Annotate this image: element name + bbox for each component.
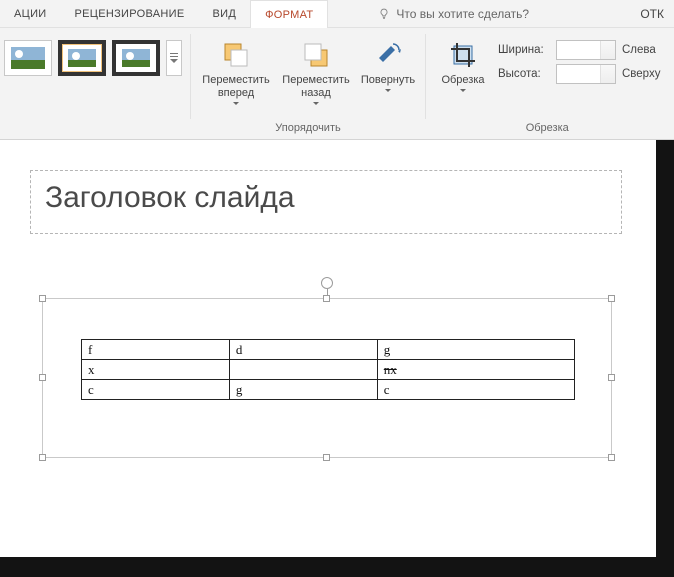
crop-icon [446, 38, 480, 72]
table-cell[interactable]: nx [377, 360, 574, 380]
tab-animations-partial[interactable]: АЦИИ [0, 0, 61, 27]
top-label: Сверху [622, 68, 660, 80]
dropdown-indicator-icon [385, 89, 391, 92]
ribbon: Переместить вперед Переместить назад Пов… [0, 28, 674, 140]
table-row[interactable]: c g c [82, 380, 575, 400]
ribbon-tabs: АЦИИ РЕЦЕНЗИРОВАНИЕ ВИД ФОРМАТ Что вы хо… [0, 0, 674, 28]
group-label-styles [91, 120, 94, 137]
tell-me-search[interactable]: Что вы хотите сделать? [368, 0, 539, 27]
table-cell[interactable]: f [82, 340, 230, 360]
slide-table[interactable]: f d g x nx c g c [81, 339, 575, 400]
rotate-handle[interactable] [321, 277, 333, 289]
resize-handle[interactable] [608, 374, 615, 381]
left-label: Слева [622, 44, 656, 56]
slide-canvas[interactable]: Заголовок слайда f d g x nx [0, 140, 656, 557]
bring-forward-icon [219, 38, 253, 72]
table-row[interactable]: x nx [82, 360, 575, 380]
selected-object-frame[interactable]: f d g x nx c g c [42, 298, 612, 458]
rotate-label: Повернуть [361, 74, 415, 87]
resize-handle[interactable] [323, 295, 330, 302]
group-label-crop: Обрезка [526, 120, 569, 137]
table-cell[interactable]: x [82, 360, 230, 380]
style-thumb-3[interactable] [112, 40, 160, 76]
tab-review[interactable]: РЕЦЕНЗИРОВАНИЕ [61, 0, 199, 27]
resize-handle[interactable] [323, 454, 330, 461]
resize-handle[interactable] [608, 295, 615, 302]
tab-right-partial[interactable]: ОТК [630, 0, 674, 27]
group-label-arrange: Упорядочить [275, 120, 340, 137]
resize-handle[interactable] [39, 295, 46, 302]
table-cell[interactable]: c [82, 380, 230, 400]
slide-title-placeholder[interactable]: Заголовок слайда [30, 170, 622, 234]
lightbulb-icon [378, 8, 390, 20]
send-backward-button[interactable]: Переместить назад [279, 32, 353, 105]
group-crop: Обрезка Ширина: Слева Высота: Сверху Обр… [426, 28, 668, 139]
bring-forward-label: Переместить вперед [202, 74, 269, 100]
resize-handle[interactable] [608, 454, 615, 461]
table-cell[interactable]: d [229, 340, 377, 360]
rotate-button[interactable]: Повернуть [359, 32, 417, 92]
gallery-more-button[interactable] [166, 40, 182, 76]
dropdown-indicator-icon [313, 102, 319, 105]
width-label: Ширина: [498, 44, 550, 56]
crop-button[interactable]: Обрезка [434, 32, 492, 92]
group-picture-styles [0, 28, 190, 139]
tab-format[interactable]: ФОРМАТ [250, 0, 328, 28]
style-thumb-1[interactable] [4, 40, 52, 76]
tab-view[interactable]: ВИД [199, 0, 251, 27]
table-cell[interactable]: g [229, 380, 377, 400]
height-input[interactable] [556, 64, 616, 84]
slide-title-text[interactable]: Заголовок слайда [45, 181, 607, 215]
resize-handle[interactable] [39, 374, 46, 381]
group-arrange: Переместить вперед Переместить назад Пов… [191, 28, 425, 139]
tell-me-placeholder: Что вы хотите сделать? [396, 7, 529, 21]
table-row[interactable]: f d g [82, 340, 575, 360]
send-backward-label: Переместить назад [282, 74, 349, 100]
table-cell[interactable]: c [377, 380, 574, 400]
send-backward-icon [299, 38, 333, 72]
bring-forward-button[interactable]: Переместить вперед [199, 32, 273, 105]
table-cell[interactable] [229, 360, 377, 380]
style-thumb-2[interactable] [58, 40, 106, 76]
dropdown-indicator-icon [233, 102, 239, 105]
table-cell[interactable]: g [377, 340, 574, 360]
editor-shell: Заголовок слайда f d g x nx [0, 140, 674, 577]
crop-label: Обрезка [441, 74, 484, 87]
width-input[interactable] [556, 40, 616, 60]
rotate-icon [371, 38, 405, 72]
height-label: Высота: [498, 68, 550, 80]
dropdown-indicator-icon [460, 89, 466, 92]
resize-handle[interactable] [39, 454, 46, 461]
